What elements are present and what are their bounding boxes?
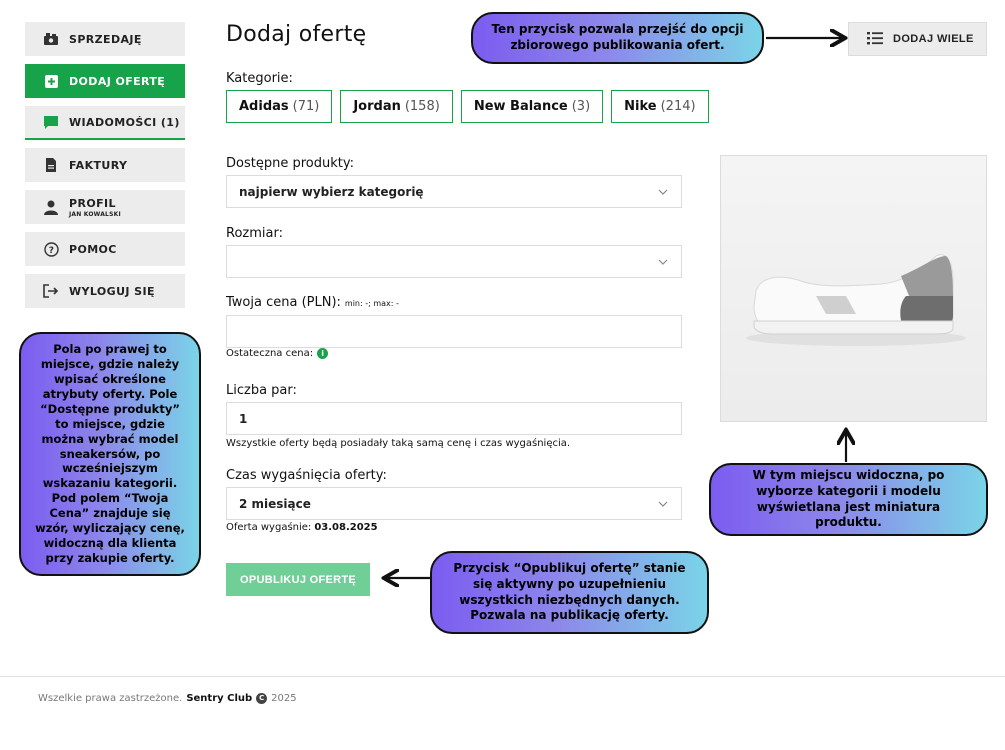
size-label: Rozmiar: (226, 226, 283, 241)
category-name: Jordan (353, 99, 401, 114)
category-adidas[interactable]: Adidas (71) (226, 90, 333, 123)
add-many-button[interactable]: DODAJ WIELE (848, 22, 987, 56)
svg-text:?: ? (48, 246, 54, 256)
expiry-select-value: 2 miesiące (239, 496, 311, 511)
footer: Wszelkie prawa zastrzeżone. Sentry Club … (38, 693, 297, 704)
expiry-note-date: 03.08.2025 (314, 522, 378, 533)
chevron-down-icon (658, 259, 668, 265)
category-count: (214) (660, 99, 696, 114)
final-price-label: Ostateczna cena: (226, 348, 314, 359)
pairs-note: Wszystkie oferty będą posiadały taką sam… (226, 438, 571, 449)
sidebar-item-profil[interactable]: PROFIL JAN KOWALSKI (25, 190, 185, 224)
callout-add-many: Ten przycisk pozwala przejść do opcji zb… (471, 12, 764, 64)
add-many-label: DODAJ WIELE (893, 33, 974, 45)
callout-fields: Pola po prawej to miejsce, gdzie należy … (19, 332, 201, 576)
chevron-down-icon (658, 189, 668, 195)
final-price-row: Ostateczna cena: i (226, 348, 329, 359)
logout-icon (43, 283, 59, 299)
sidebar-item-label: SPRZEDAJĘ (69, 32, 142, 46)
category-jordan[interactable]: Jordan (158) (340, 90, 453, 123)
sidebar-item-faktury[interactable]: FAKTURY (25, 148, 185, 182)
cash-icon (43, 31, 59, 47)
sidebar-item-label: PROFIL (69, 196, 116, 210)
sidebar-item-label: WYLOGUJ SIĘ (69, 284, 155, 298)
sidebar-item-dodaj-oferte[interactable]: DODAJ OFERTĘ (25, 64, 185, 98)
chevron-down-icon (658, 501, 668, 507)
publish-button[interactable]: OPUBLIKUJ OFERTĘ (226, 563, 370, 596)
sidebar-item-sprzedaje[interactable]: SPRZEDAJĘ (25, 22, 185, 56)
sidebar: SPRZEDAJĘ DODAJ OFERTĘ WIADOMOŚCI (1) FA… (25, 22, 185, 316)
expiry-note: Oferta wygaśnie: 03.08.2025 (226, 522, 378, 533)
category-name: Nike (624, 99, 657, 114)
profile-text: PROFIL JAN KOWALSKI (69, 197, 121, 218)
sidebar-item-wyloguj[interactable]: WYLOGUJ SIĘ (25, 274, 185, 308)
expiry-label: Czas wygaśnięcia oferty: (226, 468, 387, 483)
price-label: Twoja cena (PLN): (226, 295, 341, 310)
list-icon (867, 32, 883, 46)
callout-publish: Przycisk “Opublikuj ofertę” stanie się a… (430, 551, 709, 634)
sidebar-item-pomoc[interactable]: ? POMOC (25, 232, 185, 266)
category-new-balance[interactable]: New Balance (3) (460, 90, 604, 123)
category-count: (158) (404, 99, 440, 114)
category-nike[interactable]: Nike (214) (611, 90, 709, 123)
chat-icon (43, 114, 59, 130)
products-select[interactable]: najpierw wybierz kategorię (226, 175, 682, 208)
expiry-select[interactable]: 2 miesiące (226, 487, 682, 520)
category-list: Adidas (71) Jordan (158) New Balance (3) Ni… (226, 90, 709, 123)
help-circle-icon: ? (43, 241, 59, 257)
category-count: (3) (571, 99, 591, 114)
document-icon (43, 157, 59, 173)
sneaker-placeholder-image (746, 254, 966, 346)
pairs-label: Liczba par: (226, 383, 297, 398)
info-icon[interactable]: i (317, 348, 329, 359)
sidebar-item-label: POMOC (69, 242, 117, 256)
profile-username: JAN KOWALSKI (69, 210, 121, 218)
price-input[interactable] (226, 315, 682, 348)
pairs-input[interactable]: 1 (226, 402, 682, 435)
sidebar-item-wiadomosci[interactable]: WIADOMOŚCI (1) (25, 106, 185, 140)
footer-text: Wszelkie prawa zastrzeżone. (38, 693, 183, 704)
footer-year: 2025 (271, 693, 297, 704)
sidebar-item-label: WIADOMOŚCI (1) (69, 115, 180, 129)
footer-divider (0, 676, 1005, 677)
sidebar-item-label: FAKTURY (69, 158, 128, 172)
size-select[interactable] (226, 245, 682, 278)
categories-label: Kategorie: (226, 71, 293, 86)
user-icon (43, 199, 59, 215)
product-preview (720, 155, 987, 422)
products-label: Dostępne produkty: (226, 156, 354, 171)
sidebar-item-label: DODAJ OFERTĘ (69, 74, 166, 88)
price-label-row: Twoja cena (PLN): min: -; max: - (226, 295, 399, 310)
copyright-icon: C (256, 693, 268, 704)
category-name: Adidas (239, 99, 289, 114)
plus-square-icon (43, 73, 59, 89)
footer-brand[interactable]: Sentry Club (186, 693, 252, 704)
callout-preview: W tym miejscu widoczna, po wyborze kateg… (709, 463, 988, 536)
expiry-note-label: Oferta wygaśnie: (226, 522, 312, 533)
category-count: (71) (292, 99, 320, 114)
pairs-input-value: 1 (239, 411, 248, 426)
price-range: min: -; max: - (344, 299, 399, 308)
category-name: New Balance (473, 99, 568, 114)
page-title: Dodaj ofertę (226, 22, 367, 47)
products-select-value: najpierw wybierz kategorię (239, 184, 424, 199)
